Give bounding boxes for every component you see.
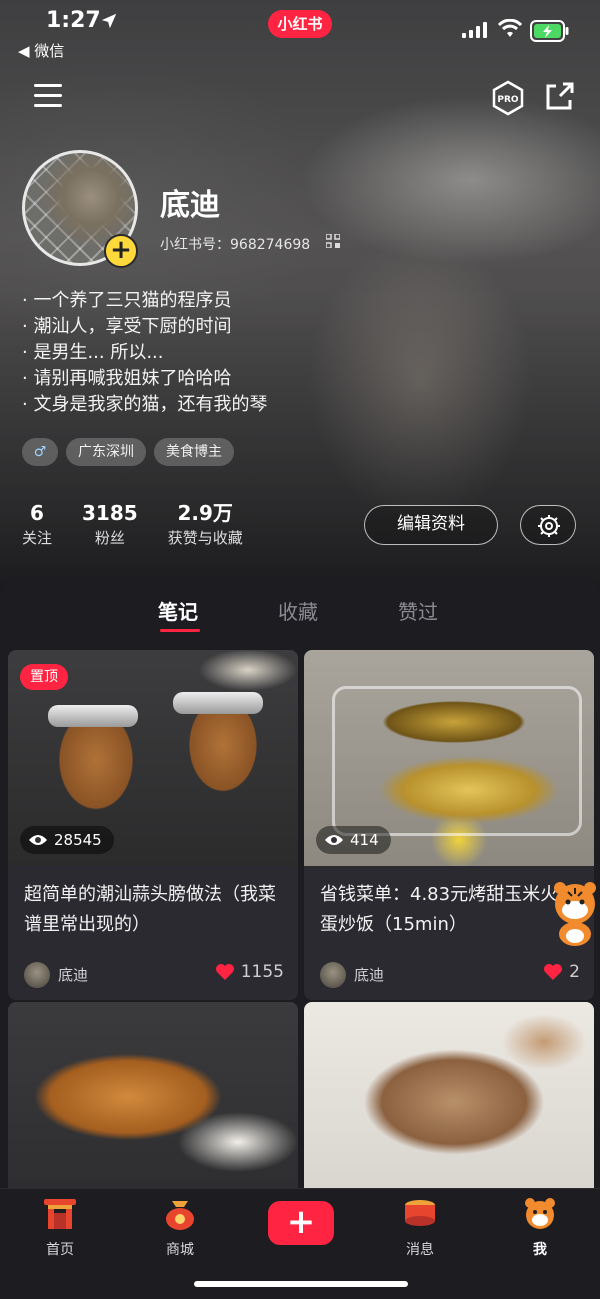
- home-indicator[interactable]: [194, 1281, 408, 1287]
- followers-stat[interactable]: 3185 粉丝: [82, 500, 138, 550]
- bio-line: · 是男生... 所以...: [22, 342, 164, 363]
- svg-text:PRO: PRO: [497, 95, 519, 105]
- author-name[interactable]: 底迪: [58, 964, 88, 985]
- qr-code-icon[interactable]: [326, 234, 340, 248]
- gender-tag: ♂: [22, 438, 58, 466]
- nav-me[interactable]: 我: [500, 1195, 580, 1259]
- home-gate-icon: [44, 1199, 76, 1229]
- nav-messages-label: 消息: [406, 1242, 434, 1258]
- bio-line: · 潮汕人，享受下厨的时间: [22, 316, 232, 337]
- pinned-badge: 置顶: [20, 664, 68, 690]
- author-avatar[interactable]: [24, 962, 50, 988]
- heart-icon: [215, 964, 234, 980]
- nav-home[interactable]: 首页: [20, 1195, 100, 1259]
- lucky-bag-icon: [166, 1201, 194, 1230]
- location-tag[interactable]: 广东深圳: [66, 438, 146, 466]
- like-button[interactable]: 1155: [215, 962, 284, 982]
- author-name[interactable]: 底迪: [354, 964, 384, 985]
- like-button[interactable]: 2: [543, 962, 580, 982]
- note-cover-image: [304, 1002, 594, 1188]
- avatar-add-button[interactable]: +: [104, 234, 138, 268]
- likes-collects-count: 2.9万: [177, 501, 233, 525]
- drum-icon: [405, 1200, 435, 1226]
- view-count: 414: [316, 826, 391, 854]
- view-count-text: 414: [350, 831, 379, 849]
- status-time: 1:27: [46, 8, 101, 33]
- profile-stats: 6 关注 3185 粉丝 2.9万 获赞与收藏: [22, 500, 273, 550]
- notes-content: 笔记 收藏 赞过 置顶 28545 超简单的潮汕蒜头膀做法（我菜谱里常出现的） …: [0, 578, 600, 1188]
- nav-shop-label: 商城: [166, 1242, 194, 1258]
- likes-collects-label: 获赞与收藏: [167, 529, 243, 547]
- tab-notes[interactable]: 笔记: [158, 596, 198, 625]
- status-bar: 1:27 ◀ 微信 小红书: [0, 0, 600, 62]
- bio-line: · 一个养了三只猫的程序员: [22, 290, 232, 311]
- note-cover-image: [8, 1002, 298, 1188]
- note-footer: 底迪 2: [304, 956, 594, 1000]
- profile-tags: ♂ 广东深圳 美食博主: [22, 438, 234, 466]
- pro-badge-icon[interactable]: PRO: [490, 80, 526, 116]
- note-cover-image: 置顶 28545: [8, 650, 298, 866]
- note-card[interactable]: 414 省钱菜单：4.83元烤甜玉米火腿蛋炒饭（15min） 底迪 2: [304, 650, 594, 1000]
- location-arrow-icon: [101, 13, 117, 29]
- tab-collections[interactable]: 收藏: [278, 596, 318, 625]
- note-title: 超简单的潮汕蒜头膀做法（我菜谱里常出现的）: [24, 884, 276, 935]
- tiger-mascot-icon[interactable]: [548, 880, 600, 946]
- note-card[interactable]: 置顶 28545 超简单的潮汕蒜头膀做法（我菜谱里常出现的） 底迪 1155: [8, 650, 298, 1000]
- nav-me-label: 我: [533, 1242, 547, 1258]
- username: 底迪: [160, 188, 220, 223]
- settings-button[interactable]: [520, 505, 576, 545]
- note-cover-image: 414: [304, 650, 594, 866]
- bio-line: · 文身是我家的猫，还有我的琴: [22, 394, 268, 415]
- note-footer: 底迪 1155: [8, 956, 298, 1000]
- bio-line: · 请别再喊我姐妹了哈哈哈: [22, 368, 232, 389]
- note-card[interactable]: [304, 1002, 594, 1188]
- followers-count: 3185: [82, 501, 138, 525]
- tab-liked[interactable]: 赞过: [398, 596, 438, 625]
- likes-collects-stat[interactable]: 2.9万 获赞与收藏: [168, 500, 243, 550]
- heart-icon: [544, 964, 563, 980]
- category-tag[interactable]: 美食博主: [154, 438, 234, 466]
- active-tab-indicator: [160, 629, 200, 632]
- edit-profile-button[interactable]: 编辑资料: [364, 505, 498, 545]
- note-card[interactable]: [8, 1002, 298, 1188]
- tiger-face-icon: [525, 1198, 555, 1229]
- following-count: 6: [30, 501, 44, 525]
- followers-label: 粉丝: [94, 529, 125, 547]
- wifi-icon: [498, 19, 522, 37]
- menu-icon[interactable]: [32, 80, 64, 110]
- eye-icon: [29, 835, 47, 845]
- eye-icon: [325, 835, 343, 845]
- view-count: 28545: [20, 826, 114, 854]
- nav-messages[interactable]: 消息: [380, 1195, 460, 1259]
- view-count-text: 28545: [54, 831, 102, 849]
- nav-shop[interactable]: 商城: [140, 1195, 220, 1259]
- share-icon[interactable]: [542, 80, 576, 114]
- app-badge: 小红书: [268, 10, 332, 38]
- like-count: 1155: [240, 962, 284, 982]
- profile-bio: · 一个养了三只猫的程序员 · 潮汕人，享受下厨的时间 · 是男生... 所以.…: [22, 288, 267, 418]
- user-id: 小红书号：968274698: [160, 237, 311, 253]
- following-stat[interactable]: 6 关注: [22, 500, 52, 550]
- back-to-app-link[interactable]: ◀ 微信: [18, 40, 64, 61]
- author-avatar[interactable]: [320, 962, 346, 988]
- nav-home-label: 首页: [46, 1242, 74, 1258]
- following-label: 关注: [22, 529, 53, 547]
- gear-icon: [538, 515, 560, 537]
- signal-icon: [462, 22, 487, 38]
- create-post-button[interactable]: +: [268, 1201, 334, 1245]
- profile-tabs: 笔记 收藏 赞过: [0, 578, 600, 642]
- like-count: 2: [569, 962, 580, 982]
- battery-icon: [530, 20, 569, 42]
